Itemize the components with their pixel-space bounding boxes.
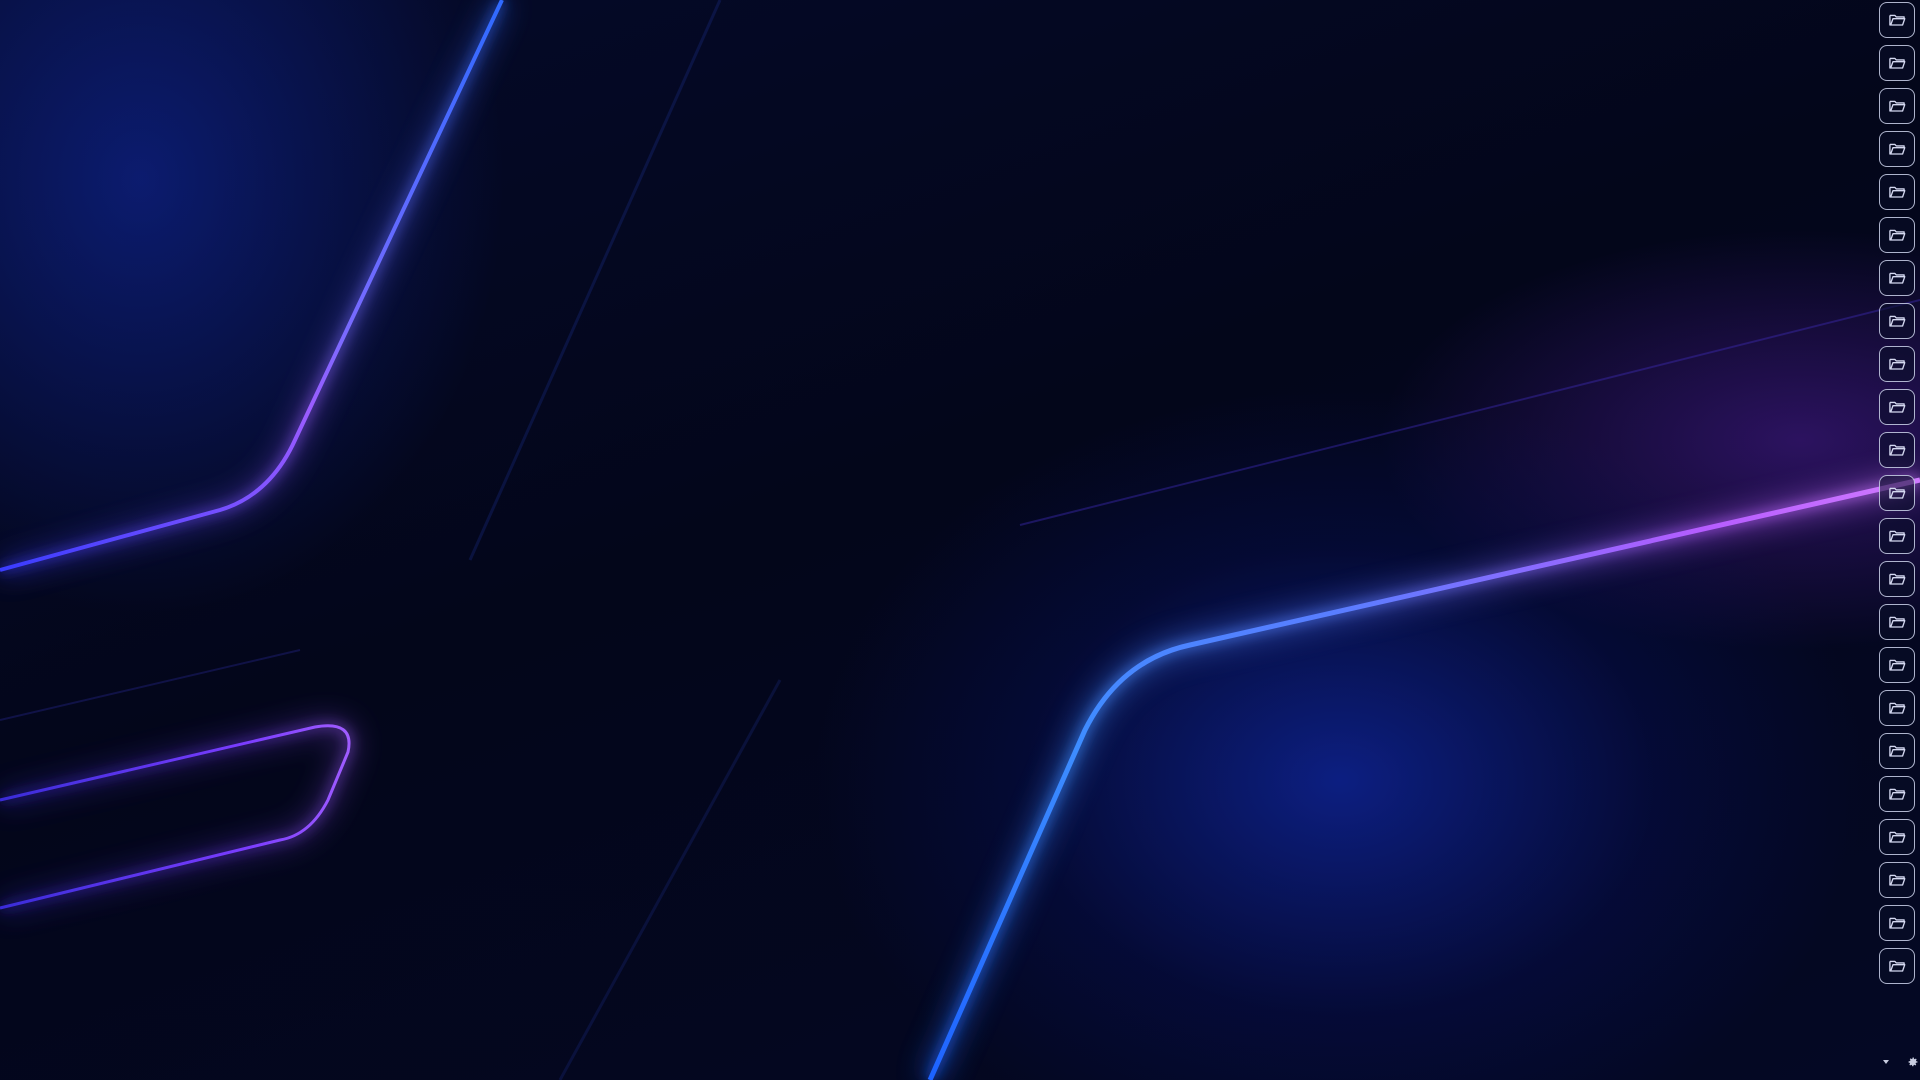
- dock-item-1[interactable]: [1879, 2, 1915, 38]
- dock-item-10[interactable]: [1879, 389, 1915, 425]
- folder-open-icon: [1887, 612, 1907, 632]
- dock-item-13[interactable]: [1879, 518, 1915, 554]
- neon-line-top-left: [0, 0, 504, 572]
- dock-item-16[interactable]: [1879, 647, 1915, 683]
- folder-open-icon: [1887, 956, 1907, 976]
- folder-open-icon: [1887, 483, 1907, 503]
- folder-open-icon: [1887, 182, 1907, 202]
- faint-streak: [1019, 299, 1920, 526]
- dock-item-14[interactable]: [1879, 561, 1915, 597]
- folder-open-icon: [1887, 913, 1907, 933]
- neon-pill-glow: [0, 719, 355, 914]
- folder-open-icon: [1887, 784, 1907, 804]
- gear-icon[interactable]: [1906, 1055, 1920, 1069]
- folder-open-icon: [1887, 53, 1907, 73]
- folder-open-icon: [1887, 440, 1907, 460]
- system-tray: [1880, 1054, 1920, 1070]
- dock-item-17[interactable]: [1879, 690, 1915, 726]
- faint-streak: [468, 0, 722, 561]
- dock-item-7[interactable]: [1879, 260, 1915, 296]
- folder-open-icon: [1887, 397, 1907, 417]
- neon-line-main-glow: [921, 471, 1920, 1080]
- folder-open-icon: [1887, 139, 1907, 159]
- folder-open-icon: [1887, 698, 1907, 718]
- dock-item-21[interactable]: [1879, 862, 1915, 898]
- dock-item-20[interactable]: [1879, 819, 1915, 855]
- wallpaper-neon-lines: [0, 0, 1920, 1080]
- dock-item-2[interactable]: [1879, 45, 1915, 81]
- dock-item-23[interactable]: [1879, 948, 1915, 984]
- neon-line-main: [927, 477, 1920, 1080]
- folder-open-icon: [1887, 655, 1907, 675]
- faint-streak: [558, 679, 782, 1080]
- desktop-dock: [1879, 2, 1917, 984]
- dock-item-18[interactable]: [1879, 733, 1915, 769]
- neon-pill: [0, 724, 351, 910]
- dock-item-4[interactable]: [1879, 131, 1915, 167]
- dock-item-15[interactable]: [1879, 604, 1915, 640]
- dock-item-5[interactable]: [1879, 174, 1915, 210]
- folder-open-icon: [1887, 10, 1907, 30]
- dock-item-9[interactable]: [1879, 346, 1915, 382]
- folder-open-icon: [1887, 870, 1907, 890]
- chevron-down-icon[interactable]: [1880, 1056, 1892, 1068]
- folder-open-icon: [1887, 569, 1907, 589]
- faint-streak: [0, 649, 301, 721]
- dock-item-6[interactable]: [1879, 217, 1915, 253]
- folder-open-icon: [1887, 827, 1907, 847]
- dock-item-22[interactable]: [1879, 905, 1915, 941]
- neon-line-top-left-glow: [0, 0, 509, 577]
- folder-open-icon: [1887, 96, 1907, 116]
- folder-open-icon: [1887, 268, 1907, 288]
- dock-item-11[interactable]: [1879, 432, 1915, 468]
- dock-item-12[interactable]: [1879, 475, 1915, 511]
- dock-item-19[interactable]: [1879, 776, 1915, 812]
- folder-open-icon: [1887, 311, 1907, 331]
- folder-open-icon: [1887, 526, 1907, 546]
- dock-item-3[interactable]: [1879, 88, 1915, 124]
- dock-item-8[interactable]: [1879, 303, 1915, 339]
- folder-open-icon: [1887, 225, 1907, 245]
- folder-open-icon: [1887, 741, 1907, 761]
- folder-open-icon: [1887, 354, 1907, 374]
- desktop: [0, 0, 1920, 1080]
